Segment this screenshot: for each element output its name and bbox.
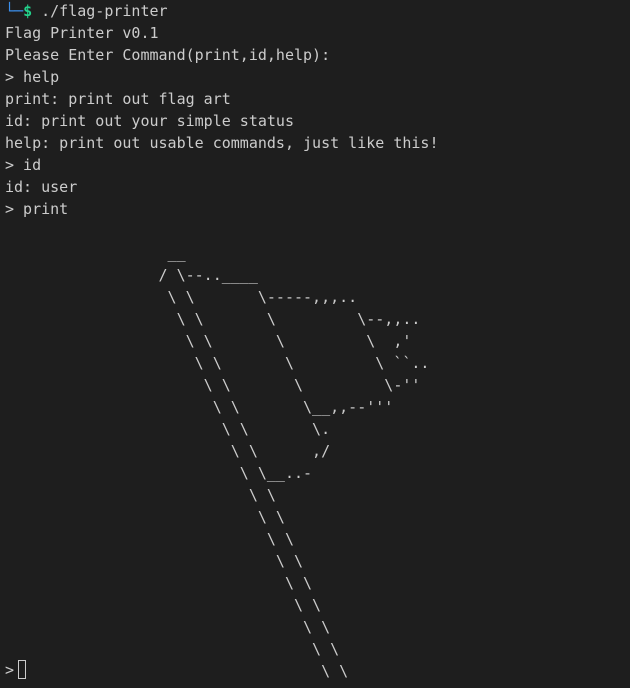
typed-id-line: > id xyxy=(5,156,42,174)
text-cursor xyxy=(18,660,27,679)
command-input-row[interactable]: > xyxy=(5,659,27,683)
shell-command: ./flag-printer xyxy=(32,2,168,20)
flag-ascii-art: __ / \--..____ \ \ \-----,,,.. \ \ \ \--… xyxy=(158,244,430,680)
prompt-dollar-symbol: $ xyxy=(23,2,33,20)
program-title-line: Flag Printer v0.1 xyxy=(5,24,159,42)
help-print-line: print: print out flag art xyxy=(5,90,231,108)
command-menu-line: Please Enter Command(print,id,help): xyxy=(5,46,331,64)
input-prompt-symbol: > xyxy=(5,661,15,679)
help-help-line: help: print out usable commands, just li… xyxy=(5,134,439,152)
id-result-line: id: user xyxy=(5,178,78,196)
help-id-line: id: print out your simple status xyxy=(5,112,294,130)
terminal-output: └─$ ./flag-printer Flag Printer v0.1 Ple… xyxy=(5,0,625,688)
prompt-tree-glyph: └─ xyxy=(5,2,24,20)
shell-prompt-line: └─$ ./flag-printer xyxy=(5,0,625,22)
typed-print-line: > print xyxy=(5,200,69,218)
typed-help-line: > help xyxy=(5,68,60,86)
